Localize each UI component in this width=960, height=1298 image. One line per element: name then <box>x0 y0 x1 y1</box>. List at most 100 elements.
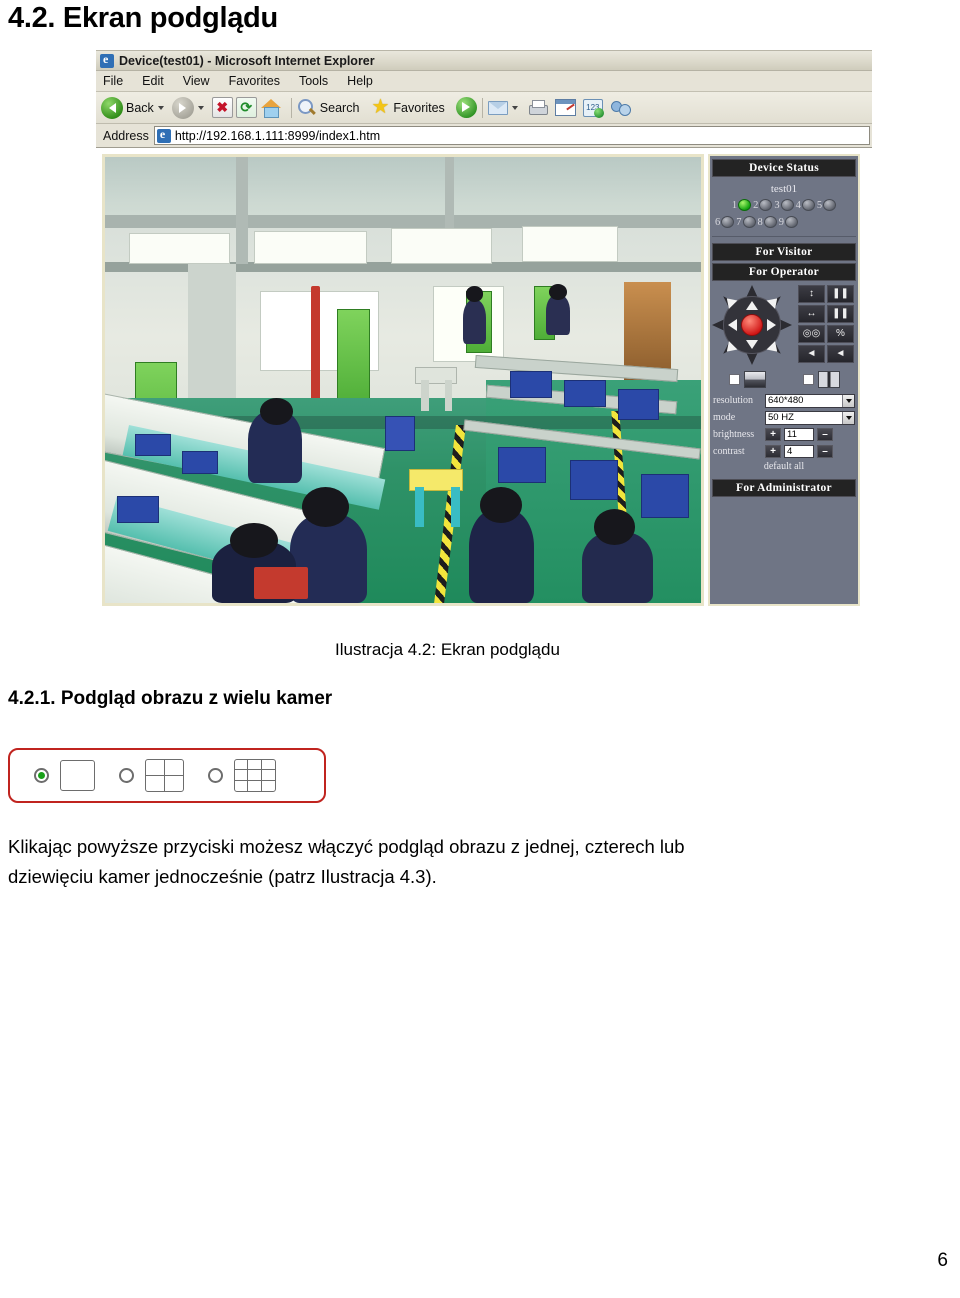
search-button[interactable]: Search <box>297 98 359 118</box>
light-on-button[interactable]: ◄ <box>798 345 825 363</box>
stop-button[interactable]: ✖ <box>211 97 233 118</box>
contrast-plus-button[interactable]: + <box>765 445 781 458</box>
forward-button[interactable] <box>171 96 209 119</box>
resolution-row: resolution 640*480 <box>713 393 855 408</box>
device-control-panel: Device Status test01 1 2 3 4 5 6 7 8 9 F… <box>708 154 860 606</box>
forward-arrow-icon <box>171 96 194 119</box>
pause-horizontal-button[interactable]: ❚❚ <box>827 305 854 323</box>
grid-3x3-icon[interactable] <box>234 759 276 792</box>
grid-2x2-icon[interactable] <box>145 759 184 792</box>
discuss-people-icon[interactable] <box>610 99 631 117</box>
layout-option-quad[interactable] <box>119 759 184 792</box>
led-item-8[interactable]: 8 <box>758 216 777 228</box>
led-item-1[interactable]: 1 <box>731 199 752 211</box>
media-icon[interactable] <box>455 97 477 118</box>
ptz-home-button[interactable] <box>741 314 763 336</box>
record-option[interactable] <box>802 371 840 388</box>
camera-video-panel[interactable] <box>102 154 704 606</box>
chevron-down-icon-mode[interactable] <box>842 411 854 424</box>
page-title: 4.2. Ekran podglądu <box>8 2 278 34</box>
chevron-down-icon-resolution[interactable] <box>842 394 854 407</box>
status-led-icon <box>763 216 777 228</box>
default-all-link[interactable]: default all <box>713 461 855 472</box>
menu-item-tools[interactable]: Tools <box>299 74 328 88</box>
internet-explorer-icon <box>100 52 114 68</box>
led-number: 7 <box>736 216 742 228</box>
vertical-scan-button[interactable]: ↕ <box>798 285 825 303</box>
status-led-icon <box>742 216 756 228</box>
home-icon[interactable] <box>260 98 282 118</box>
led-number: 4 <box>795 199 801 211</box>
radio-nine[interactable] <box>208 768 223 783</box>
ptz-function-buttons: ↕ ❚❚ ↔ ❚❚ ◎◎ % ◄ ◄ <box>798 285 856 365</box>
address-label: Address <box>103 128 149 143</box>
for-administrator-bar[interactable]: For Administrator <box>712 479 856 497</box>
menu-item-help[interactable]: Help <box>347 74 373 88</box>
chevron-down-icon[interactable] <box>157 105 164 110</box>
menu-item-file[interactable]: File <box>103 74 123 88</box>
address-input[interactable]: http://192.168.1.111:8999/index1.htm <box>153 126 870 145</box>
for-visitor-bar[interactable]: For Visitor <box>712 243 856 261</box>
scissors-button[interactable]: % <box>827 325 854 343</box>
brightness-value-field[interactable]: 11 <box>784 428 814 441</box>
radio-quad[interactable] <box>119 768 134 783</box>
radio-single[interactable] <box>34 768 49 783</box>
snapshot-option[interactable] <box>728 371 766 388</box>
contrast-row: contrast + 4 – <box>713 444 855 459</box>
led-item-6[interactable]: 6 <box>715 216 735 228</box>
mode-select[interactable]: 50 HZ <box>765 410 855 425</box>
menu-item-view[interactable]: View <box>183 74 210 88</box>
record-checkbox[interactable] <box>802 374 814 385</box>
brightness-plus-button[interactable]: + <box>765 428 781 441</box>
led-item-5[interactable]: 5 <box>817 199 837 211</box>
contrast-minus-button[interactable]: – <box>817 445 833 458</box>
favorites-button[interactable]: ★ Favorites <box>370 97 444 118</box>
ptz-joystick[interactable] <box>712 285 792 365</box>
binocular-button[interactable]: ◎◎ <box>798 325 825 343</box>
messenger-icon[interactable]: 123 <box>582 98 604 118</box>
light-off-button[interactable]: ◄ <box>827 345 854 363</box>
status-led-icon <box>780 199 794 211</box>
page-number: 6 <box>937 1250 948 1271</box>
ptz-down-arrow-icon[interactable] <box>746 340 758 349</box>
led-number: 9 <box>778 216 784 228</box>
contrast-label: contrast <box>713 446 745 457</box>
chevron-down-icon-mail[interactable] <box>511 105 518 110</box>
ptz-left-arrow-icon[interactable] <box>728 319 737 331</box>
print-icon[interactable] <box>527 99 548 116</box>
chevron-down-icon-forward[interactable] <box>197 105 204 110</box>
capture-options-row <box>710 371 858 388</box>
led-number: 1 <box>731 199 738 211</box>
brightness-minus-button[interactable]: – <box>817 428 833 441</box>
resolution-label: resolution <box>713 395 753 406</box>
grid-1x1-icon[interactable] <box>60 760 95 791</box>
menu-item-favorites[interactable]: Favorites <box>229 74 280 88</box>
for-operator-bar[interactable]: For Operator <box>712 263 856 281</box>
led-item-7[interactable]: 7 <box>736 216 756 228</box>
ptz-right-arrow-icon[interactable] <box>767 319 776 331</box>
back-button[interactable]: Back <box>101 96 169 119</box>
led-item-2[interactable]: 2 <box>753 199 773 211</box>
edit-icon[interactable] <box>554 99 576 116</box>
web-page-content: Device Status test01 1 2 3 4 5 6 7 8 9 F… <box>96 148 872 630</box>
led-item-9[interactable]: 9 <box>779 216 798 228</box>
menu-item-edit[interactable]: Edit <box>142 74 164 88</box>
layout-option-nine[interactable] <box>208 759 276 792</box>
layout-option-single[interactable] <box>34 760 95 791</box>
contrast-value-field[interactable]: 4 <box>784 445 814 458</box>
refresh-button[interactable]: ⟳ <box>235 97 257 118</box>
snapshot-checkbox[interactable] <box>728 374 740 385</box>
record-icon[interactable] <box>817 371 840 388</box>
window-title: Device(test01) - Microsoft Internet Expl… <box>119 53 375 68</box>
mail-icon[interactable] <box>487 100 508 115</box>
pause-vertical-button[interactable]: ❚❚ <box>827 285 854 303</box>
horizontal-scan-button[interactable]: ↔ <box>798 305 825 323</box>
led-number: 6 <box>715 216 721 228</box>
mode-row: mode 50 HZ <box>713 410 855 425</box>
led-item-3[interactable]: 3 <box>774 199 794 211</box>
status-led-icon <box>721 216 735 228</box>
ptz-up-arrow-icon[interactable] <box>746 301 758 310</box>
snapshot-icon[interactable] <box>743 371 766 388</box>
resolution-select[interactable]: 640*480 <box>765 393 855 408</box>
led-item-4[interactable]: 4 <box>796 199 815 211</box>
